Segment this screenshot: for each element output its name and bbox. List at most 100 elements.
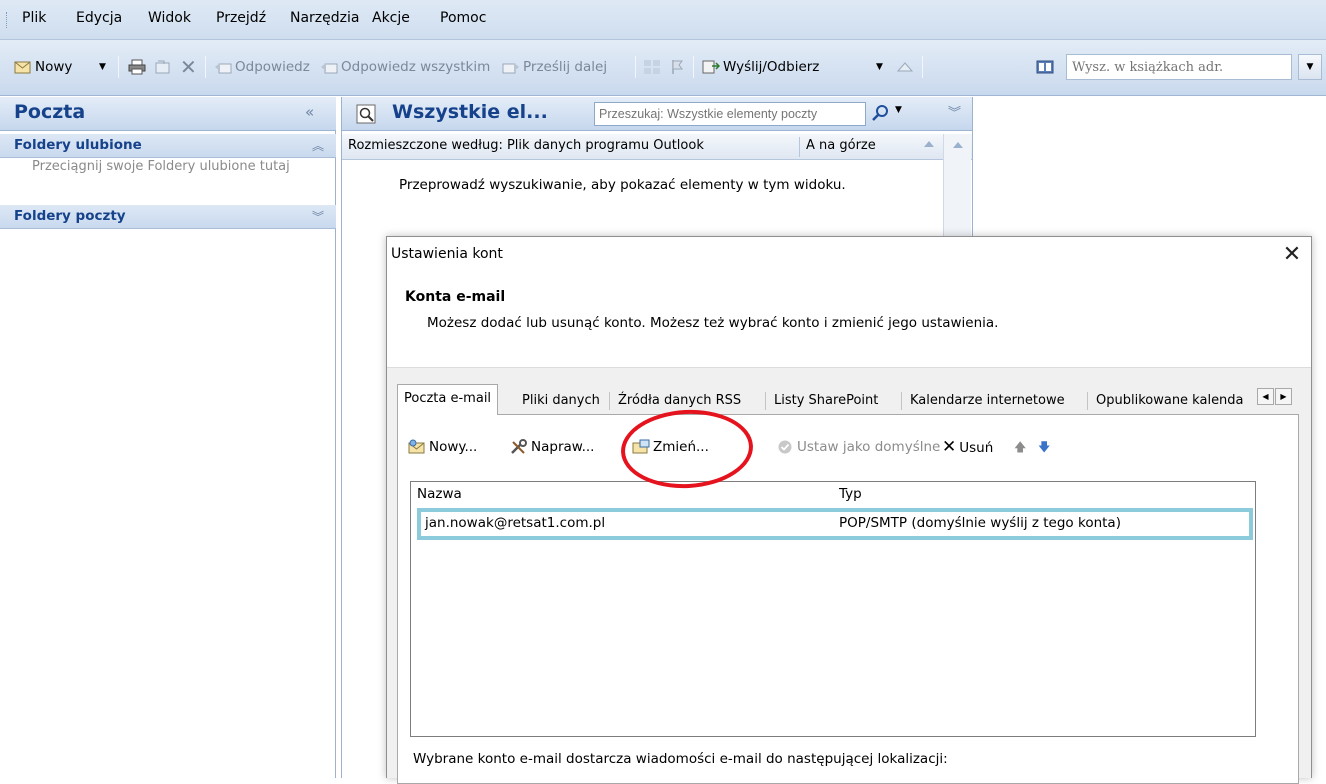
dialog-header-title: Konta e-mail <box>405 289 506 305</box>
arrange-by-bar: Rozmieszczone według: Plik danych progra… <box>342 134 972 160</box>
move-folder-icon <box>155 60 170 74</box>
favorite-folders-title: Foldery ulubione <box>14 137 142 153</box>
menu-go[interactable]: Przejdź <box>216 10 266 26</box>
send-receive-dropdown-arrow[interactable]: ▼ <box>876 55 883 79</box>
menu-view[interactable]: Widok <box>148 10 191 26</box>
account-name-cell: jan.nowak@retsat1.com.pl <box>425 515 606 531</box>
send-receive-icon <box>702 60 720 74</box>
move-down-button[interactable]: 🡇 <box>1038 435 1050 459</box>
arrange-separator <box>799 137 800 157</box>
new-dropdown-arrow[interactable]: ▼ <box>99 55 106 79</box>
toolbar-separator <box>693 56 694 78</box>
column-header-name[interactable]: Nazwa <box>417 486 462 502</box>
remove-label: Usuń <box>959 440 994 456</box>
menu-bar: Plik Edycja Widok Przejdź Narzędzia Akcj… <box>0 0 1326 40</box>
tab-separator <box>1087 392 1088 410</box>
menu-edit[interactable]: Edycja <box>76 10 122 26</box>
contacts-icon <box>896 62 914 72</box>
delete-x-icon: ✕ <box>180 55 197 79</box>
toolbar-separator <box>635 56 636 78</box>
tab-published-calendars[interactable]: Opublikowane kalenda <box>1089 386 1255 414</box>
dialog-header-description: Możesz dodać lub usunąć konto. Możesz te… <box>427 315 999 331</box>
close-icon[interactable]: ✕ <box>1277 241 1307 269</box>
reply-label: Odpowiedz <box>235 59 310 75</box>
navigation-pane: Poczta « Foldery ulubione ︽ Przeciągnij … <box>0 97 336 778</box>
instant-search-input[interactable] <box>594 102 866 126</box>
account-settings-dialog: Ustawienia kont ✕ Konta e-mail Możesz do… <box>386 236 1312 784</box>
mail-folders-header[interactable]: Foldery poczty ︾ <box>0 205 336 229</box>
collapse-nav-icon[interactable]: « <box>305 103 314 121</box>
reply-all-label: Odpowiedz wszystkim <box>341 59 491 75</box>
reply-icon <box>215 63 232 74</box>
column-header-type[interactable]: Typ <box>839 486 862 502</box>
categorize-grid-icon <box>644 60 660 74</box>
new-account-button[interactable]: Nowy... <box>408 435 477 459</box>
standard-toolbar: Nowy ▼ ✕ Odpowiedz Odpowiedz wszystkim P… <box>0 40 1326 96</box>
new-label: Nowy <box>35 59 73 75</box>
menu-help[interactable]: Pomoc <box>440 10 486 26</box>
categorize-button[interactable] <box>643 55 664 79</box>
forward-label: Prześlij dalej <box>523 59 608 75</box>
print-button[interactable] <box>128 55 149 79</box>
favorite-folders-header[interactable]: Foldery ulubione ︽ <box>0 134 336 158</box>
nav-title: Poczta <box>14 101 86 123</box>
tab-scroll-right-icon[interactable]: ▶ <box>1275 388 1292 405</box>
delivery-location-text: Wybrane konto e-mail dostarcza wiadomośc… <box>413 751 948 767</box>
sort-up-icon[interactable] <box>924 141 934 147</box>
new-button[interactable]: Nowy <box>14 55 72 79</box>
empty-view-hint: Przeprowadź wyszukiwanie, aby pokazać el… <box>399 177 846 193</box>
address-book-button[interactable] <box>1036 55 1057 79</box>
follow-up-button[interactable] <box>668 55 689 79</box>
remove-x-icon: ✕ <box>942 437 957 457</box>
toolbar-separator <box>922 56 923 78</box>
tab-scroll-left-icon[interactable]: ◀ <box>1257 388 1274 405</box>
menu-file[interactable]: Plik <box>22 10 46 26</box>
favorite-folders-hint: Przeciągnij swoje Foldery ulubione tutaj <box>32 159 290 174</box>
delete-button[interactable]: ✕ <box>180 55 197 79</box>
menu-actions[interactable]: Akcje <box>372 10 410 26</box>
arrange-by-label[interactable]: Rozmieszczone według: Plik danych progra… <box>348 138 704 153</box>
move-to-folder-button[interactable] <box>154 55 175 79</box>
menu-tools[interactable]: Narzędzia <box>290 10 359 26</box>
chevron-down-icon[interactable]: ︾ <box>312 208 324 225</box>
reply-button[interactable]: Odpowiedz <box>214 55 310 79</box>
search-options-dropdown[interactable]: ▼ <box>895 105 902 115</box>
dialog-header: Konta e-mail Możesz dodać lub usunąć kon… <box>387 273 1311 368</box>
forward-button[interactable]: Prześlij dalej <box>502 55 607 79</box>
remove-button[interactable]: ✕ Usuń <box>942 435 993 459</box>
set-default-button[interactable]: Ustaw jako domyślne <box>776 435 940 459</box>
address-book-search-dropdown[interactable]: ▼ <box>1298 54 1322 80</box>
sort-order-label[interactable]: A na górze <box>806 138 876 153</box>
search-icon[interactable] <box>870 103 892 123</box>
check-circle-icon <box>778 440 792 454</box>
dialog-title: Ustawienia kont <box>391 246 503 262</box>
repair-button[interactable]: Napraw... <box>510 435 594 459</box>
accounts-table: Nazwa Typ jan.nowak@retsat1.com.pl POP/S… <box>410 481 1256 737</box>
send-receive-label: Wyślij/Odbierz <box>723 59 820 75</box>
send-receive-button[interactable]: Wyślij/Odbierz <box>702 55 819 79</box>
scroll-up-icon[interactable] <box>953 142 963 148</box>
tab-data-files[interactable]: Pliki danych <box>515 386 607 414</box>
tab-sharepoint-lists[interactable]: Listy SharePoint <box>767 386 885 414</box>
address-book-search-input[interactable] <box>1066 54 1292 80</box>
tab-separator <box>901 392 902 410</box>
move-up-button[interactable]: 🡅 <box>1014 435 1026 459</box>
new-account-icon <box>408 439 425 454</box>
address-book-contacts-button[interactable] <box>896 55 917 79</box>
tab-internet-calendars[interactable]: Kalendarze internetowe <box>903 386 1072 414</box>
new-account-label: Nowy... <box>429 439 478 455</box>
reply-all-button[interactable]: Odpowiedz wszystkim <box>320 55 490 79</box>
repair-label: Napraw... <box>531 439 595 455</box>
toolbar-separator <box>205 56 206 78</box>
expand-query-chevron-icon[interactable]: ︾ <box>948 102 961 121</box>
account-tabs: Poczta e-mail Pliki danych Źródła danych… <box>397 384 1299 415</box>
tab-email[interactable]: Poczta e-mail <box>397 384 499 415</box>
chevron-up-icon[interactable]: ︽ <box>312 137 324 154</box>
set-default-label: Ustaw jako domyślne <box>797 439 941 455</box>
arrow-up-icon: 🡅 <box>1014 440 1027 454</box>
toolbar-separator <box>118 56 119 78</box>
table-row[interactable]: jan.nowak@retsat1.com.pl POP/SMTP (domyś… <box>417 508 1253 540</box>
tab-separator <box>765 392 766 410</box>
account-type-cell: POP/SMTP (domyślnie wyślij z tego konta) <box>839 515 1121 531</box>
email-tab-page: Nowy... Napraw... Zmień... Ustaw jako do… <box>397 414 1299 784</box>
